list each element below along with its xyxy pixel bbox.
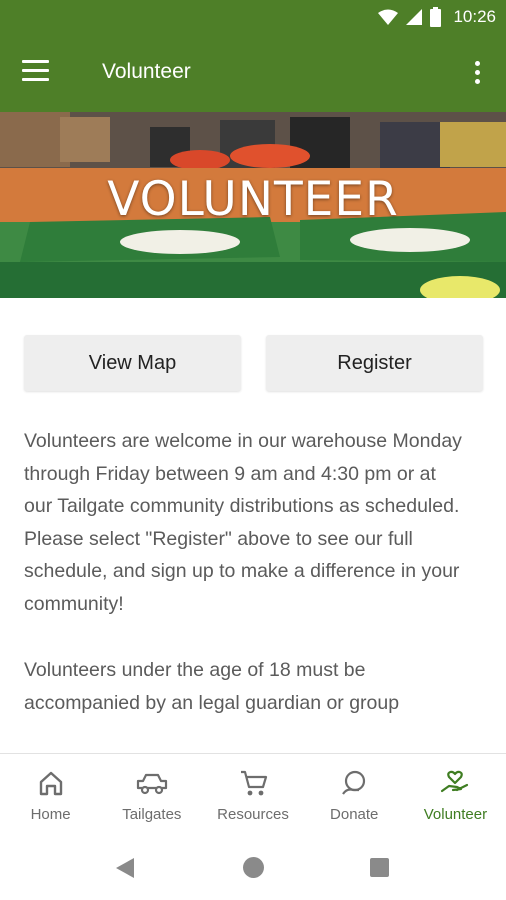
- nav-tailgates[interactable]: Tailgates: [101, 754, 202, 836]
- bottom-nav: Home Tailgates Resources Donate Voluntee…: [0, 753, 506, 836]
- system-nav-bar: [0, 835, 506, 900]
- nav-volunteer[interactable]: Volunteer: [405, 754, 506, 836]
- nav-label: Home: [30, 806, 71, 823]
- hero-title: VOLUNTEER: [107, 172, 399, 227]
- nav-label: Donate: [330, 806, 379, 823]
- app-title: Volunteer: [102, 60, 191, 83]
- nav-home[interactable]: Home: [0, 754, 101, 836]
- paragraph: Volunteers are welcome in our warehouse …: [24, 430, 462, 615]
- overflow-dot: [475, 70, 480, 75]
- nav-label: Resources: [217, 806, 289, 823]
- home-circle-icon[interactable]: [243, 857, 264, 878]
- menu-icon-line: [22, 60, 49, 63]
- home-icon: [39, 771, 62, 796]
- battery-icon: [430, 7, 442, 27]
- overflow-dot: [475, 61, 480, 66]
- menu-icon-line: [22, 69, 49, 72]
- nav-label: Volunteer: [423, 806, 488, 823]
- paragraph: Volunteers under the age of 18 must be a…: [24, 659, 400, 714]
- overflow-menu-button[interactable]: [474, 61, 482, 89]
- truck-icon: [136, 773, 167, 795]
- menu-icon-line: [22, 78, 49, 81]
- status-icons: 10:26: [378, 7, 496, 27]
- nav-label: Tailgates: [122, 806, 182, 823]
- donate-icon: [342, 770, 366, 795]
- nav-donate[interactable]: Donate: [304, 754, 405, 836]
- app-bar: Volunteer: [0, 36, 506, 112]
- signal-icon: [406, 9, 423, 25]
- content-text: Volunteers are welcome in our warehouse …: [24, 425, 464, 753]
- register-button[interactable]: Register: [266, 335, 483, 391]
- volunteer-heart-icon: [441, 770, 469, 793]
- menu-button[interactable]: [22, 60, 56, 88]
- wifi-icon: [378, 9, 399, 25]
- cart-icon: [241, 770, 268, 796]
- status-time: 10:26: [453, 7, 496, 26]
- hero-banner: VOLUNTEER: [0, 112, 506, 298]
- view-map-button[interactable]: View Map: [24, 335, 241, 391]
- back-icon[interactable]: [114, 857, 136, 879]
- overflow-dot: [475, 79, 480, 84]
- status-bar: 10:26: [0, 0, 506, 36]
- recents-square-icon[interactable]: [370, 858, 389, 877]
- nav-resources[interactable]: Resources: [202, 754, 303, 836]
